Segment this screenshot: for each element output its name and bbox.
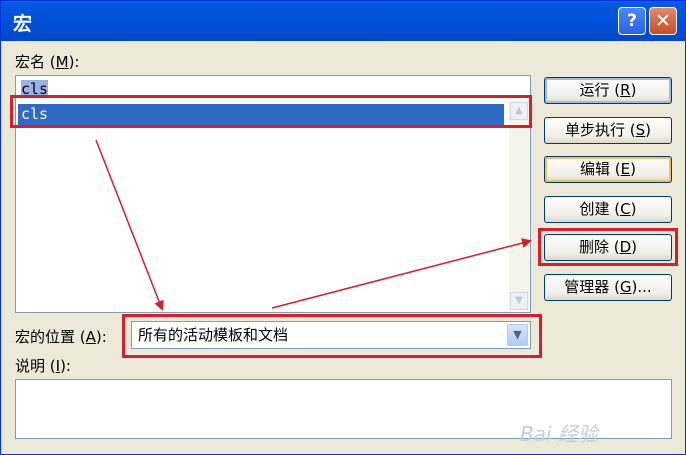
arrow-to-location — [95, 139, 164, 311]
watermark: Bai 经验 — [520, 422, 598, 446]
annotation-arrows — [95, 139, 532, 311]
arrow-to-delete — [271, 238, 532, 309]
